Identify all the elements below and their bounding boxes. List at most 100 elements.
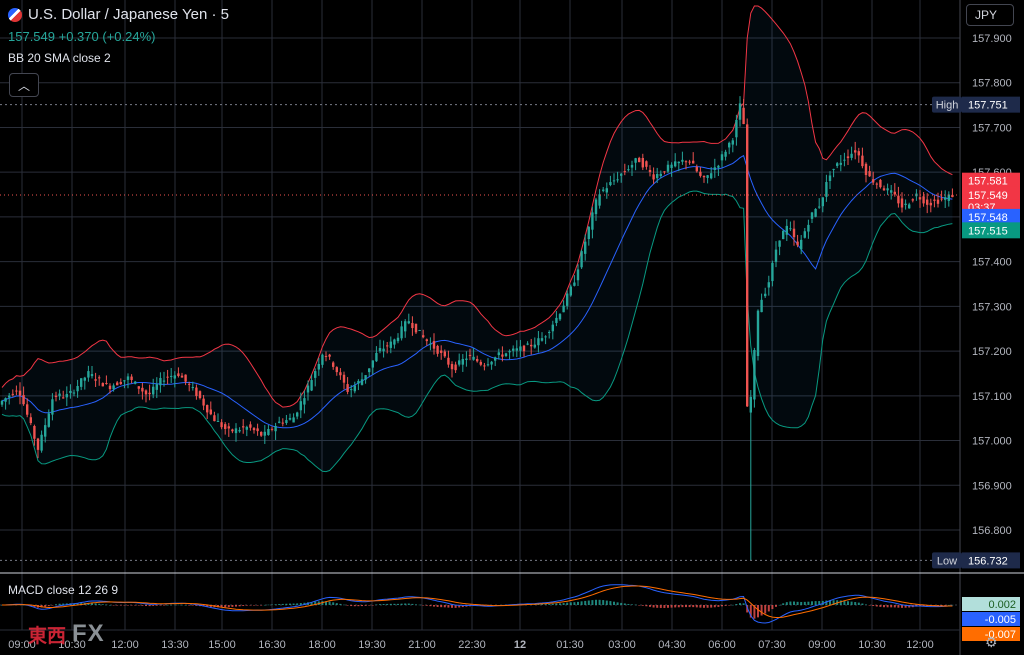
macd-histogram-bar bbox=[789, 601, 792, 605]
macd-histogram-bar bbox=[548, 604, 551, 605]
x-tick-label: 12 bbox=[514, 639, 526, 651]
x-tick-label: 10:30 bbox=[858, 639, 886, 651]
macd-signal-line bbox=[2, 585, 953, 618]
macd-histogram-bar bbox=[631, 604, 633, 605]
macd-histogram-bar bbox=[166, 604, 169, 606]
settings-gear-icon[interactable]: ⚙ bbox=[985, 634, 998, 651]
candle-body bbox=[231, 429, 234, 432]
candle-body bbox=[749, 396, 752, 413]
macd-histogram-bar bbox=[127, 605, 129, 606]
candle-body bbox=[717, 165, 720, 168]
x-tick-label: 16:30 bbox=[258, 639, 286, 651]
symbol-title[interactable]: U.S. Dollar / Japanese Yen · 5 bbox=[8, 6, 229, 23]
candle-body bbox=[504, 353, 508, 357]
usd-jpy-flag-icon bbox=[8, 7, 22, 22]
macd-histogram-bar bbox=[415, 604, 417, 605]
macd-histogram-bar bbox=[605, 600, 608, 605]
candle-body bbox=[335, 367, 338, 373]
candle-body bbox=[472, 356, 475, 360]
macd-histogram-bar bbox=[681, 605, 684, 608]
candle-body bbox=[602, 189, 605, 191]
macd-histogram-bar bbox=[717, 605, 720, 607]
candle-body bbox=[893, 191, 896, 195]
x-tick-label: 18:00 bbox=[308, 639, 336, 651]
macd-histogram-bar bbox=[613, 601, 615, 605]
candle-body bbox=[332, 362, 335, 367]
candle-body bbox=[76, 386, 79, 392]
macd-histogram-bar bbox=[296, 603, 299, 605]
x-tick-label: 12:00 bbox=[906, 639, 934, 651]
price-tag-value: 157.515 bbox=[968, 225, 1008, 237]
macd-histogram-bar bbox=[778, 604, 781, 606]
y-tick-label: 157.400 bbox=[972, 257, 1012, 269]
candle-body bbox=[346, 384, 349, 392]
candle-body bbox=[195, 387, 198, 396]
macd-histogram-bar bbox=[173, 604, 176, 606]
candle-body bbox=[116, 382, 119, 386]
candle-body bbox=[87, 371, 90, 378]
macd-histogram-bar bbox=[811, 601, 813, 605]
macd-histogram-bar bbox=[555, 603, 558, 605]
currency-button[interactable]: JPY bbox=[966, 4, 1014, 26]
candle-body bbox=[573, 282, 576, 286]
x-tick-label: 19:30 bbox=[358, 639, 386, 651]
candle-body bbox=[663, 171, 666, 173]
candle-body bbox=[274, 425, 277, 432]
candle-body bbox=[580, 251, 583, 268]
macd-histogram-bar bbox=[591, 600, 594, 605]
macd-histogram-bar bbox=[868, 605, 871, 606]
candle-body bbox=[566, 293, 569, 306]
candle-body bbox=[623, 171, 626, 173]
candle-body bbox=[260, 431, 263, 436]
candle-body bbox=[688, 161, 691, 163]
candle-body bbox=[911, 199, 914, 201]
candle-body bbox=[94, 379, 97, 381]
candle-body bbox=[836, 163, 839, 166]
macd-histogram-bar bbox=[713, 605, 716, 608]
bb-fill bbox=[2, 6, 953, 472]
candle-body bbox=[497, 352, 500, 356]
macd-histogram-bar bbox=[641, 605, 644, 606]
candle-body bbox=[468, 354, 472, 356]
change-percent: (+0.24%) bbox=[102, 29, 156, 44]
macd-histogram-bar bbox=[429, 605, 432, 607]
candle-body bbox=[785, 225, 788, 235]
macd-legend[interactable]: MACD close 12 26 9 bbox=[8, 583, 118, 597]
candle-body bbox=[98, 377, 101, 379]
macd-histogram-bar bbox=[58, 603, 61, 605]
macd-histogram-bar bbox=[620, 602, 623, 605]
candle-body bbox=[368, 368, 371, 373]
candle-body bbox=[51, 399, 54, 415]
candle-body bbox=[18, 390, 22, 396]
macd-histogram-bar bbox=[389, 603, 392, 605]
candle-body bbox=[659, 173, 662, 177]
macd-histogram-bar bbox=[170, 604, 173, 606]
macd-histogram-bar bbox=[443, 605, 446, 608]
macd-histogram-bar bbox=[771, 605, 774, 610]
candle-body bbox=[285, 420, 288, 424]
candle-body bbox=[558, 314, 562, 320]
macd-histogram-bar bbox=[544, 604, 547, 605]
candle-body bbox=[512, 348, 515, 351]
collapse-legend-button[interactable]: ︿ bbox=[9, 73, 39, 97]
candle-body bbox=[411, 322, 414, 329]
bollinger-legend[interactable]: BB 20 SMA close 2 bbox=[8, 51, 111, 65]
macd-histogram-bar bbox=[191, 605, 194, 606]
candle-body bbox=[134, 381, 137, 384]
candle-body bbox=[461, 359, 464, 365]
chevron-up-icon: ︿ bbox=[17, 78, 30, 93]
macd-tag-value: -0.005 bbox=[985, 614, 1016, 626]
candle-body bbox=[796, 241, 799, 246]
price-chart[interactable]: 157.900157.800157.700157.600157.500157.4… bbox=[0, 0, 1024, 655]
candle-body bbox=[598, 194, 601, 206]
macd-histogram-bar bbox=[361, 605, 363, 607]
candle-body bbox=[357, 380, 360, 384]
candle-body bbox=[407, 321, 410, 324]
candle-body bbox=[414, 323, 418, 333]
candle-body bbox=[940, 198, 943, 200]
candle-body bbox=[591, 212, 594, 230]
candle-body bbox=[450, 364, 454, 370]
macd-histogram-bar bbox=[94, 603, 97, 605]
candle-body bbox=[530, 344, 533, 347]
candle-body bbox=[728, 142, 731, 148]
